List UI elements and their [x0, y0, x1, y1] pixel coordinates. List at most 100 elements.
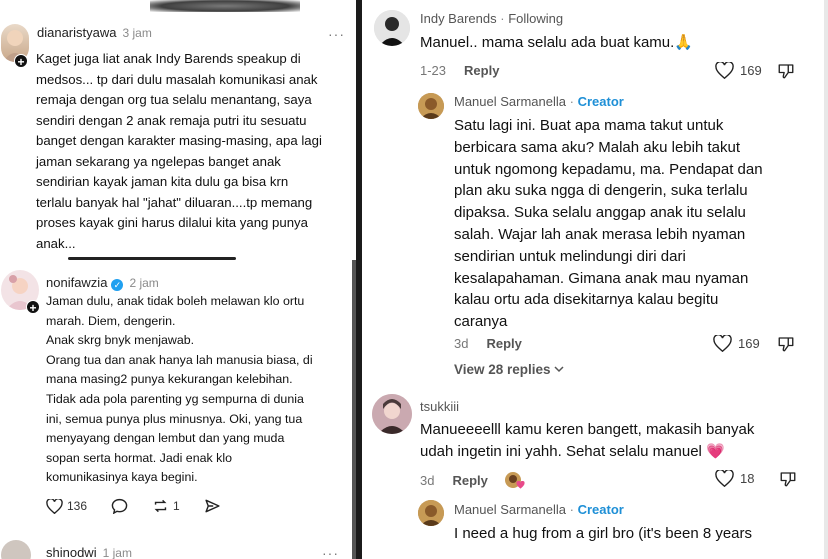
more-options-icon[interactable]: ···: [322, 545, 339, 559]
username[interactable]: nonifawzia: [46, 275, 107, 290]
comment-line: untuk ngomong kepadamu, ma. Pendapat dan: [454, 160, 763, 178]
heart-icon: [713, 335, 732, 352]
avatar[interactable]: [418, 500, 444, 526]
chevron-down-icon: [554, 366, 564, 373]
comment-author[interactable]: nonifawzia ✓ 2 jam: [46, 275, 159, 291]
like-button[interactable]: 169: [715, 62, 762, 79]
comment-line: medsos... tp dari dulu masalah komunikas…: [36, 71, 318, 87]
username[interactable]: Manuel Sarmanella: [454, 94, 566, 109]
comment-line: udah ingetin ini yahh. Sehat selalu manu…: [420, 441, 820, 463]
comment-author[interactable]: Indy Barends · Following: [420, 11, 563, 26]
comment-line: sopan serta hormat. Jadi enak klo: [46, 450, 232, 465]
heart-icon: [46, 498, 63, 514]
comment-author[interactable]: Manuel Sarmanella · Creator: [454, 502, 624, 517]
dislike-button[interactable]: [779, 470, 797, 493]
comment-actions: 136 1: [46, 498, 221, 514]
comment-line: sendirian kayak jaman kita dulu ga bisa …: [36, 174, 289, 189]
heart-icon: [715, 62, 734, 79]
comment-text: Jaman dulu, anak tidak boleh melawan klo…: [46, 292, 352, 488]
like-button[interactable]: 169: [713, 335, 760, 352]
comment-line: ini, semua punya plus minusnya. Oki, yan…: [46, 411, 303, 426]
comment-text: Kaget juga liat anak Indy Barends speaku…: [36, 49, 354, 254]
comment-line: kalau ortu ada disekitarnya kalau begitu: [454, 291, 719, 309]
reply-button[interactable]: Reply: [452, 473, 487, 488]
like-button[interactable]: 136: [46, 498, 87, 514]
comment-line: menyayang dengan lembut dan yang muda: [46, 431, 285, 446]
repost-button[interactable]: 1: [152, 498, 180, 514]
comment-text: Manuel.. mama selalu ada buat kamu.🙏: [420, 32, 693, 54]
pink-heart-emoji: 💗: [706, 442, 725, 460]
comment-author[interactable]: tsukkiii: [420, 399, 459, 414]
left-comments-panel: + dianaristyawa 3 jam ··· Kaget juga liat…: [0, 0, 356, 559]
comment-line: jaman sekarang ya ngelepas banget anak: [36, 153, 281, 169]
avatar[interactable]: [372, 394, 412, 434]
pray-emoji: 🙏: [674, 34, 693, 51]
comment-text: I need a hug from a girl bro (it's been …: [454, 523, 824, 545]
view-replies-label: View 28 replies: [454, 362, 551, 377]
comment-line: Manueeeelll kamu keren bangett, makasih …: [420, 421, 755, 438]
video-thumbnail-strip: [150, 0, 300, 12]
thumbs-down-icon: [780, 472, 796, 487]
panel-edge: [824, 0, 828, 559]
view-replies-button[interactable]: View 28 replies: [454, 362, 564, 377]
avatar[interactable]: [418, 93, 444, 119]
comment-time: 1 jam: [102, 546, 132, 559]
reply-button[interactable]: Reply: [464, 63, 499, 78]
comment-line: Manuel.. mama selalu ada buat kamu.: [420, 34, 675, 51]
comment-author[interactable]: dianaristyawa 3 jam: [37, 25, 152, 40]
comment-line: kesalapahaman. Gimana anak mau nyaman: [454, 269, 749, 287]
follow-plus-icon[interactable]: +: [26, 300, 40, 315]
avatar[interactable]: [1, 540, 31, 559]
more-options-icon[interactable]: ···: [328, 26, 345, 42]
comment-line: sendiri dengan 2 anak remaja putri itu s…: [36, 112, 307, 128]
comment-date: 1-23: [420, 63, 447, 78]
comment-line: I need a hug from a girl bro (it's been …: [454, 525, 753, 542]
username[interactable]: shinodwi: [46, 545, 97, 559]
username[interactable]: dianaristyawa: [37, 25, 117, 40]
heart-icon: [715, 470, 734, 487]
like-button[interactable]: 18: [715, 470, 754, 487]
reply-button[interactable]: Reply: [486, 336, 521, 351]
comment-line: proses kayak gini harus dilalui kita yan…: [36, 215, 308, 230]
reply-button[interactable]: [111, 498, 128, 514]
send-icon: [205, 499, 220, 513]
comment-line: caranya: [454, 313, 508, 331]
heart-icon: [516, 481, 525, 489]
username[interactable]: tsukkiii: [420, 399, 459, 414]
thumbs-down-icon: [778, 337, 794, 352]
comment-text: Satu lagi ini. Buat apa mama takut untuk…: [454, 115, 814, 333]
like-count: 169: [740, 63, 762, 78]
panel-edge: [356, 0, 362, 559]
separator-dot: ·: [500, 11, 505, 26]
comment-meta: 1-23 Reply: [420, 63, 499, 78]
dislike-button[interactable]: [777, 335, 795, 358]
thumbs-down-icon: [778, 64, 794, 79]
comment-line: komunikasinya kaya begini.: [46, 470, 198, 485]
comment-date: 3d: [454, 336, 469, 351]
creator-badge: Creator: [577, 502, 624, 517]
comment-line: Jaman dulu, anak tidak boleh melawan klo…: [46, 294, 305, 308]
comment-line: salah. Wajar lah anak merasa lebih nyama…: [454, 225, 746, 243]
dislike-button[interactable]: [777, 62, 795, 85]
comment-line: terlalu banyak hal "jahat" diluaran....t…: [36, 194, 313, 210]
comment-author[interactable]: Manuel Sarmanella · Creator: [454, 94, 624, 109]
following-label: Following: [508, 11, 564, 26]
like-count: 169: [738, 336, 760, 351]
comment-line: Tidak ada pola parenting yg sempurna di …: [46, 391, 304, 406]
comment-line: Kaget juga liat anak Indy Barends speaku…: [36, 51, 301, 66]
avatar[interactable]: [374, 10, 410, 46]
follow-plus-icon[interactable]: +: [14, 54, 28, 69]
comment-line: sendirian untuk melindungi diri dari: [454, 247, 686, 265]
comment-line: marah. Diem, dengerin.: [46, 313, 176, 328]
creator-badge: Creator: [577, 94, 624, 109]
separator-dot: ·: [569, 94, 574, 109]
like-count: 18: [740, 471, 755, 486]
repost-icon: [154, 499, 167, 513]
share-button[interactable]: [204, 498, 221, 514]
comment-line: dipaksa. Suka selalu anggap anak itu sel…: [454, 204, 746, 222]
comment-time: 3 jam: [122, 26, 152, 40]
username[interactable]: Manuel Sarmanella: [454, 502, 566, 517]
comment-line: Orang tua dan anak hanya lah manusia bia…: [46, 352, 313, 367]
comment-author[interactable]: shinodwi 1 jam: [46, 545, 132, 559]
username[interactable]: Indy Barends: [420, 11, 497, 26]
